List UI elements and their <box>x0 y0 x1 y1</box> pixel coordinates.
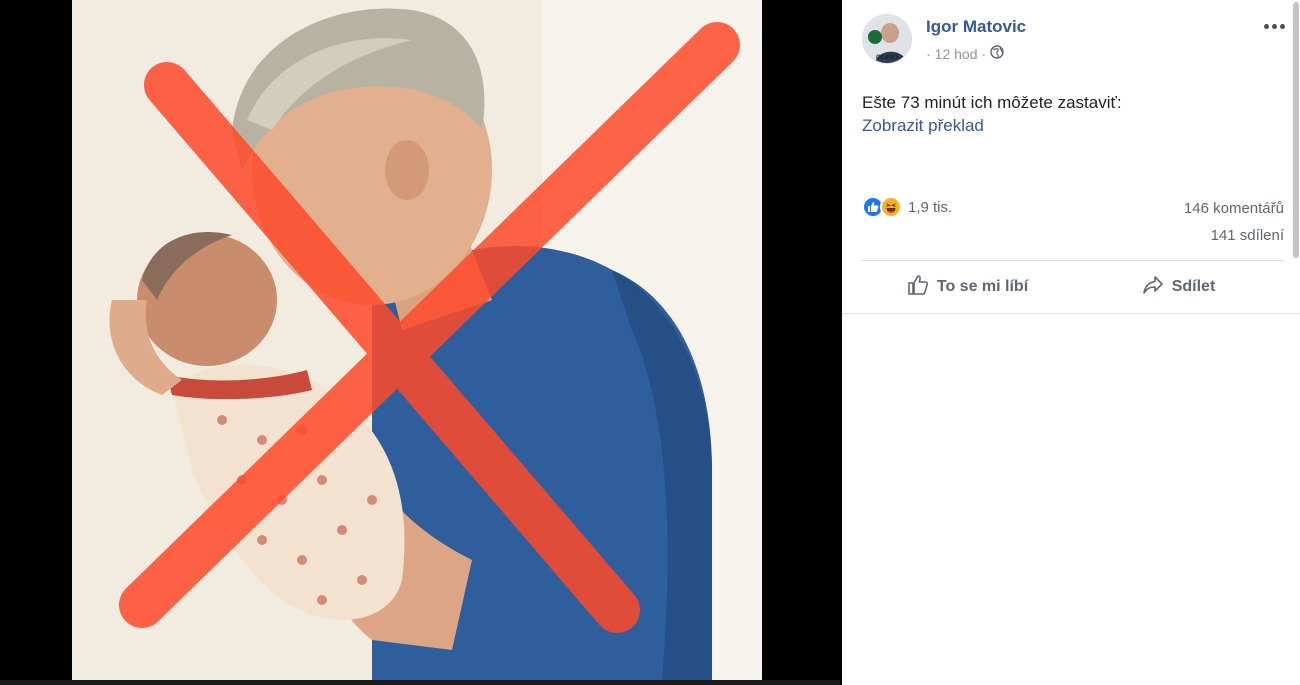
avatar-image: OĽANO <box>863 15 911 63</box>
dot-icon <box>1271 23 1277 29</box>
more-options-button[interactable] <box>1260 14 1288 38</box>
shares-count[interactable]: 141 sdílení <box>1211 227 1284 244</box>
post-photo[interactable] <box>72 0 762 680</box>
meta-separator: · <box>981 45 987 62</box>
photo-illustration <box>72 0 762 680</box>
media-scrollbar[interactable] <box>0 680 840 685</box>
photo-viewer <box>0 0 840 685</box>
action-bar: To se mi líbí Sdílet <box>862 262 1284 312</box>
divider <box>862 260 1284 261</box>
dot-icon <box>1279 23 1285 29</box>
post-time[interactable]: 12 hod <box>935 46 978 62</box>
like-button-label: To se mi líbí <box>936 278 1029 295</box>
comments-count[interactable]: 146 komentářů <box>1184 200 1284 217</box>
avatar-logo-text: OĽANO <box>876 55 898 61</box>
meta-separator-left: · <box>926 45 931 62</box>
translate-link[interactable]: Zobrazit překlad <box>862 116 984 136</box>
author-avatar[interactable]: OĽANO <box>862 14 912 64</box>
panel-scrollbar[interactable] <box>1292 0 1300 260</box>
haha-icon <box>880 196 902 218</box>
globe-icon[interactable] <box>990 45 1004 62</box>
share-arrow-icon <box>1142 274 1164 301</box>
share-button-label: Sdílet <box>1171 278 1216 295</box>
dot-icon <box>1263 23 1269 29</box>
like-button[interactable]: To se mi líbí <box>862 262 1073 312</box>
divider <box>842 313 1300 314</box>
share-button[interactable]: Sdílet <box>1073 262 1284 312</box>
author-name[interactable]: Igor Matovic <box>926 17 1026 37</box>
thumbs-up-icon <box>907 274 929 301</box>
reactions-summary[interactable]: 1,9 tis. <box>862 196 952 218</box>
post-panel: OĽANO Igor Matovic · 12 hod · Ešte 73 mi… <box>842 0 1300 685</box>
post-meta: · 12 hod · <box>926 45 1004 62</box>
scrollbar-thumb[interactable] <box>1293 2 1299 258</box>
reaction-count: 1,9 tis. <box>908 198 953 216</box>
post-text: Ešte 73 minút ich môžete zastaviť: <box>862 93 1122 112</box>
